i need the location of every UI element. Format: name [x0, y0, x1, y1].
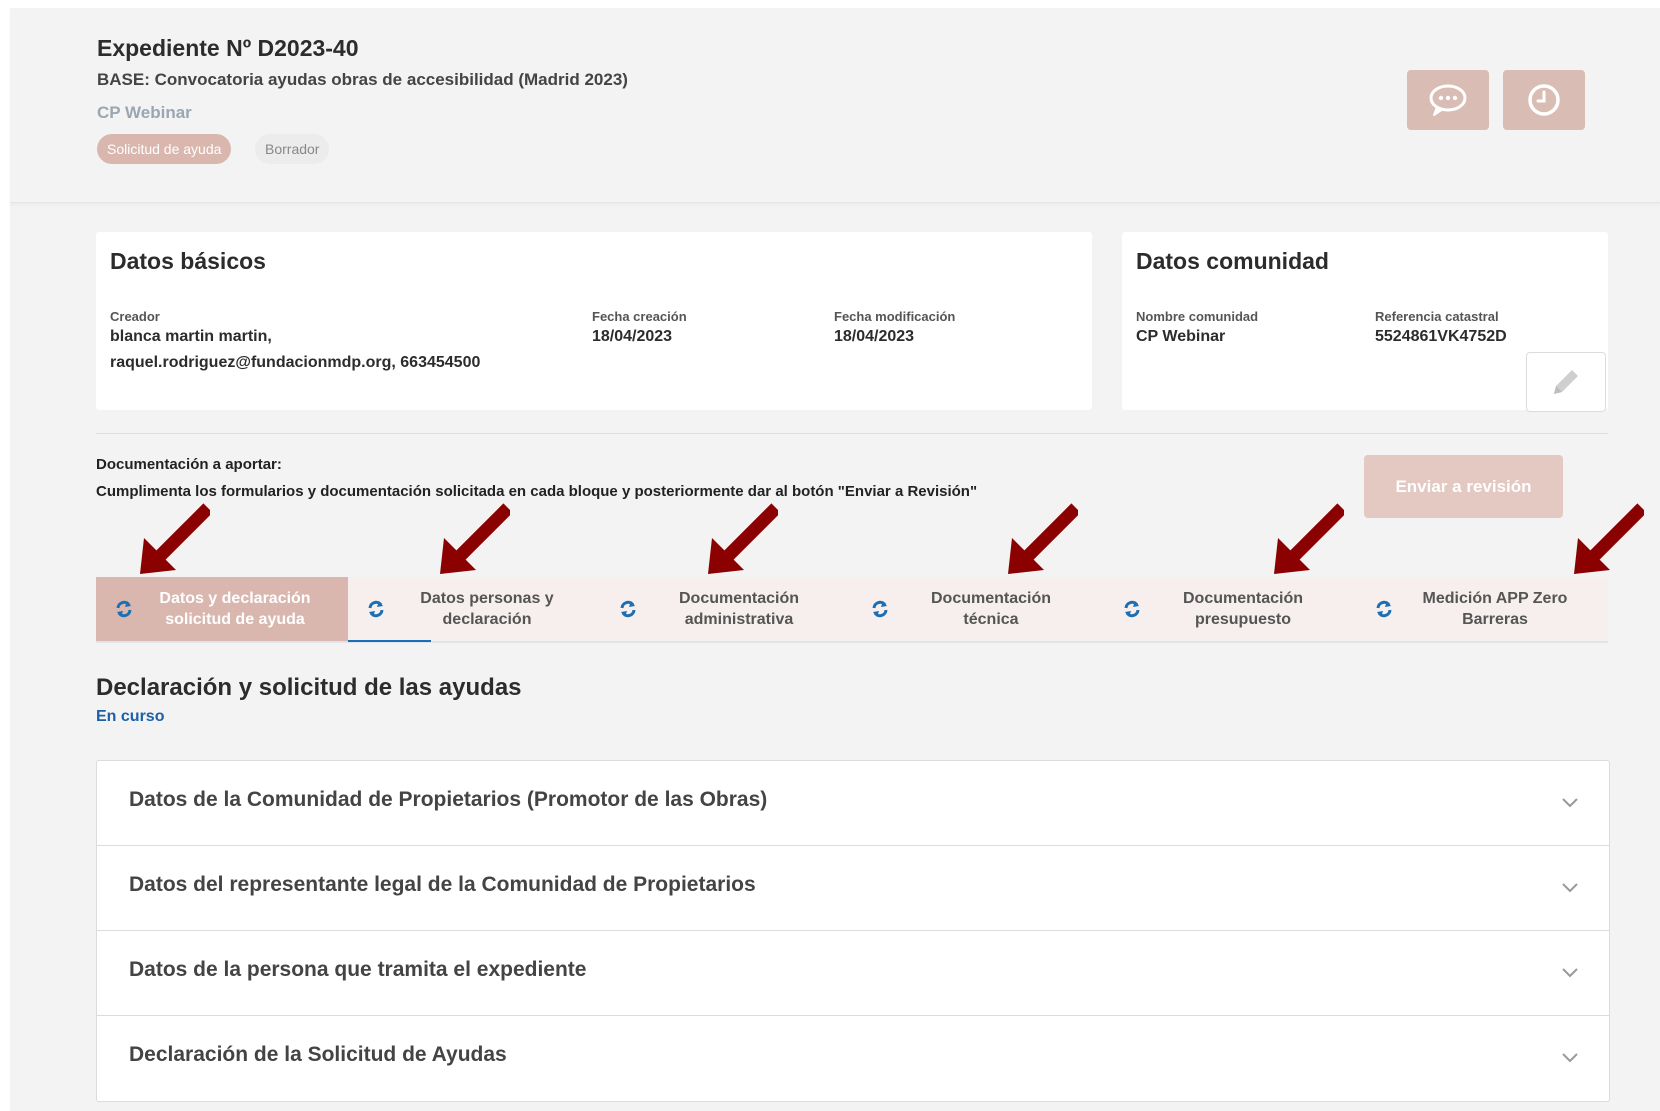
documentation-label: Documentación a aportar:: [96, 456, 282, 473]
tab-label: Documentación presupuesto: [1182, 590, 1303, 628]
documentation-tabs: Datos y declaración solicitud de ayuda D…: [96, 577, 1608, 643]
tab-label: Datos y declaración solicitud de ayuda: [159, 590, 311, 628]
accordion-item-representante[interactable]: Datos del representante legal de la Comu…: [97, 846, 1609, 931]
tab-documentacion-presupuesto[interactable]: Documentación presupuesto: [1104, 577, 1356, 641]
community-name-value: CP Webinar: [1136, 328, 1226, 345]
refresh-icon: [1124, 600, 1140, 618]
tab-medicion-app[interactable]: Medición APP Zero Barreras: [1356, 577, 1608, 641]
accordion-label: Datos del representante legal de la Comu…: [129, 873, 756, 896]
comments-button[interactable]: [1407, 70, 1489, 130]
section-title: Declaración y solicitud de las ayudas: [96, 674, 522, 701]
pencil-icon: [1554, 370, 1578, 394]
form-accordion: Datos de la Comunidad de Propietarios (P…: [96, 760, 1610, 1102]
send-to-review-button[interactable]: Enviar a revisión: [1364, 455, 1563, 518]
refresh-icon: [1376, 600, 1392, 618]
refresh-icon: [620, 600, 636, 618]
expediente-community: CP Webinar: [97, 103, 192, 122]
refresh-icon: [872, 600, 888, 618]
history-button[interactable]: [1503, 70, 1585, 130]
section-divider: [96, 433, 1608, 434]
cadastral-ref-value: 5524861VK4752D: [1375, 328, 1507, 345]
expediente-subtitle: BASE: Convocatoria ayudas obras de acces…: [97, 70, 628, 89]
refresh-icon: [116, 600, 132, 618]
creator-value-line1: blanca martin martin,: [110, 328, 272, 345]
app-window: Expediente Nº D2023-40 BASE: Convocatori…: [10, 8, 1660, 1111]
annotation-arrow: [440, 503, 510, 574]
edit-community-button[interactable]: [1526, 352, 1606, 412]
status-badge-type: Solicitud de ayuda: [97, 134, 232, 164]
tab-active-indicator: [348, 640, 431, 642]
chat-bubble-icon: [1429, 84, 1467, 116]
annotation-arrow: [1008, 503, 1078, 574]
creator-label: Creador: [110, 309, 160, 324]
created-date-value: 18/04/2023: [592, 328, 673, 345]
chevron-down-icon: [1562, 798, 1578, 808]
tab-label: Datos personas y declaración: [420, 590, 554, 628]
status-badge-state: Borrador: [255, 134, 330, 164]
annotation-arrow: [1274, 503, 1344, 574]
basic-data-title: Datos básicos: [110, 248, 266, 274]
tab-datos-personas[interactable]: Datos personas y declaración: [348, 577, 600, 641]
annotation-arrow: [1574, 503, 1644, 574]
accordion-label: Declaración de la Solicitud de Ayudas: [129, 1043, 507, 1066]
chevron-down-icon: [1562, 968, 1578, 978]
accordion-label: Datos de la Comunidad de Propietarios (P…: [129, 788, 768, 811]
modified-date-label: Fecha modificación: [834, 309, 956, 324]
tab-datos-declaracion[interactable]: Datos y declaración solicitud de ayuda: [96, 577, 348, 641]
annotation-arrow: [140, 503, 210, 574]
modified-date-value: 18/04/2023: [834, 328, 915, 345]
tab-documentacion-administrativa[interactable]: Documentación administrativa: [600, 577, 852, 641]
clock-icon: [1528, 84, 1560, 116]
tab-label: Documentación técnica: [930, 590, 1051, 628]
tab-label: Medición APP Zero Barreras: [1422, 590, 1568, 628]
chevron-down-icon: [1562, 1053, 1578, 1063]
expediente-header: Expediente Nº D2023-40 BASE: Convocatori…: [10, 8, 1660, 203]
accordion-item-declaracion[interactable]: Declaración de la Solicitud de Ayudas: [97, 1016, 1609, 1100]
community-data-title: Datos comunidad: [1136, 248, 1329, 274]
creator-value-line2: raquel.rodriguez@fundacionmdp.org, 66345…: [110, 354, 481, 371]
expediente-title: Expediente Nº D2023-40: [97, 35, 359, 61]
accordion-label: Datos de la persona que tramita el exped…: [129, 958, 587, 981]
tab-label: Documentación administrativa: [678, 590, 799, 628]
accordion-item-comunidad[interactable]: Datos de la Comunidad de Propietarios (P…: [97, 761, 1609, 846]
section-status: En curso: [96, 708, 165, 725]
chevron-down-icon: [1562, 883, 1578, 893]
basic-data-card: Datos básicos Creador blanca martin mart…: [96, 232, 1092, 410]
accordion-item-tramitador[interactable]: Datos de la persona que tramita el exped…: [97, 931, 1609, 1016]
refresh-icon: [368, 600, 384, 618]
created-date-label: Fecha creación: [592, 309, 687, 324]
community-name-label: Nombre comunidad: [1136, 309, 1259, 324]
annotation-arrow: [708, 503, 778, 574]
tab-documentacion-tecnica[interactable]: Documentación técnica: [852, 577, 1104, 641]
cadastral-ref-label: Referencia catastral: [1375, 309, 1499, 324]
documentation-instructions: Cumplimenta los formularios y documentac…: [96, 483, 978, 500]
